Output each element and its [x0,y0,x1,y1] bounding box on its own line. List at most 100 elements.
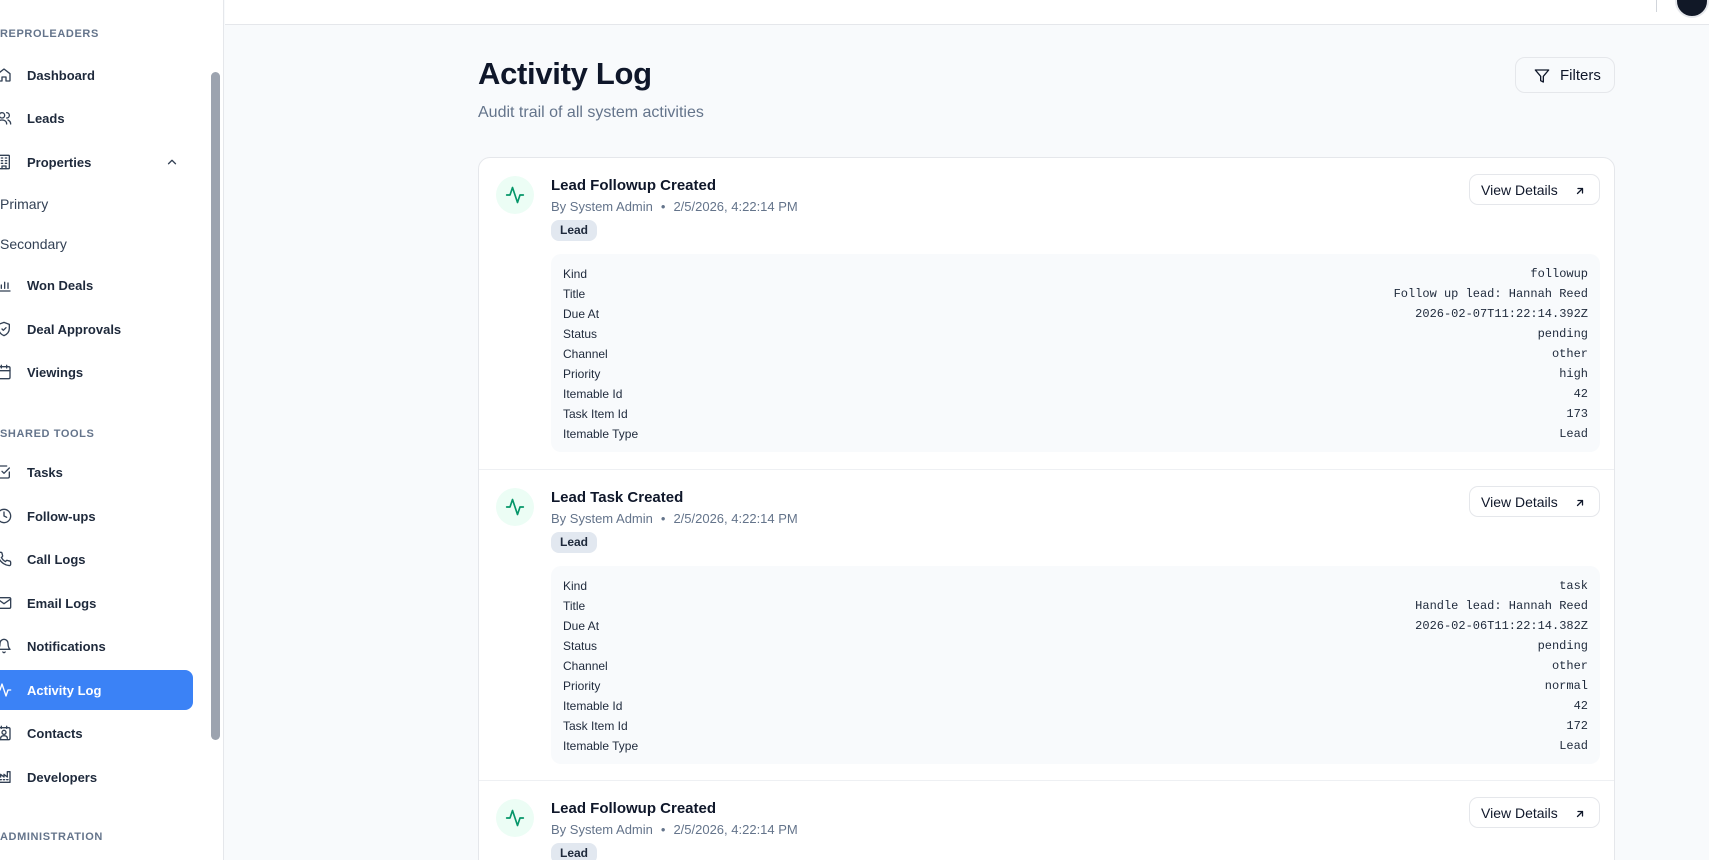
sidebar-item-label: Contacts [27,725,83,741]
sidebar-item-leads[interactable]: Leads [0,98,193,138]
detail-value: other [1551,659,1588,673]
calendar-icon [0,364,12,380]
detail-value: followup [1530,267,1588,281]
sidebar-item-label: Won Deals [27,277,94,293]
phone-icon [0,551,12,567]
sidebar-item-developers[interactable]: Developers [0,757,193,797]
sidebar-item-activity-log[interactable]: Activity Log [0,670,193,710]
detail-key: Task Item Id [563,719,628,733]
detail-key: Task Item Id [563,407,628,421]
sidebar-item-notifications[interactable]: Notifications [0,626,193,666]
factory-icon [0,769,12,785]
view-details-button[interactable]: View Details [1469,174,1600,205]
detail-value: 2026-02-06T11:22:14.382Z [1415,619,1588,633]
detail-value: Lead [1559,739,1588,753]
shield-check-icon [0,321,12,337]
detail-value: 42 [1573,387,1588,401]
activity-timestamp: 2/5/2026, 4:22:14 PM [673,199,798,214]
activity-list: Lead Followup Created By System Admin • 2/… [478,157,1615,860]
contact-icon [0,725,12,741]
sidebar-item-label: Email Logs [27,595,97,611]
view-details-button[interactable]: View Details [1469,486,1600,517]
activity-title: Lead Followup Created [551,177,717,194]
detail-value: pending [1537,327,1588,341]
detail-row: Title Follow up lead: Hannah Reed [563,284,1588,304]
sidebar-item-tasks[interactable]: Tasks [0,452,193,492]
sidebar-item-won-deals[interactable]: Won Deals [0,265,193,305]
activity-icon [496,488,534,526]
detail-value: 172 [1566,719,1588,733]
detail-key: Due At [563,307,600,321]
top-bar-divider [1656,0,1657,12]
sidebar-item-contacts[interactable]: Contacts [0,713,193,753]
detail-key: Priority [563,367,601,381]
activity-title: Lead Followup Created [551,800,717,817]
sidebar-item-follow-ups[interactable]: Follow-ups [0,496,193,536]
arrow-up-right-icon [1574,184,1586,196]
users-icon [0,110,12,126]
detail-row: Status pending [563,636,1588,656]
sidebar-item-call-logs[interactable]: Call Logs [0,539,193,579]
sidebar-item-viewings[interactable]: Viewings [0,352,193,392]
sidebar-item-label: Call Logs [27,551,86,567]
detail-key: Itemable Type [563,739,639,753]
view-details-label: View Details [1481,804,1558,821]
activity-entry: Lead Followup Created By System Admin • 2/… [479,158,1614,469]
filters-button-label: Filters [1560,66,1601,84]
detail-row: Kind followup [563,264,1588,284]
meta-separator-dot: • [660,199,666,214]
activity-details: Kind task Title Handle lead: Hannah Reed D… [551,566,1600,764]
view-details-button[interactable]: View Details [1469,797,1600,828]
activity-actor: By System Admin [551,822,653,837]
meta-separator-dot: • [660,511,666,526]
bell-icon [0,638,12,654]
entity-badge: Lead [551,532,598,553]
detail-value: 42 [1573,699,1588,713]
detail-row: Due At 2026-02-07T11:22:14.392Z [563,304,1588,324]
detail-key: Status [563,639,598,653]
detail-row: Channel other [563,344,1588,364]
user-avatar[interactable] [1675,0,1709,18]
activity-icon [496,799,534,837]
detail-value: high [1559,367,1588,381]
section-label-shared-tools: SHARED TOOLS [0,428,95,440]
activity-timestamp: 2/5/2026, 4:22:14 PM [673,822,798,837]
check-square-icon [0,464,12,480]
detail-row: Due At 2026-02-06T11:22:14.382Z [563,616,1588,636]
bar-chart-icon [0,277,12,293]
filters-button[interactable]: Filters [1515,57,1615,93]
detail-value: Handle lead: Hannah Reed [1415,599,1588,613]
sidebar-subitem-primary[interactable]: Primary [0,196,48,212]
detail-value: task [1559,579,1588,593]
detail-row: Itemable Id 42 [563,696,1588,716]
detail-row: Itemable Id 42 [563,384,1588,404]
building-icon [0,154,12,170]
detail-key: Channel [563,347,608,361]
sidebar-item-label: Deal Approvals [27,321,122,337]
meta-separator-dot: • [660,822,666,837]
sidebar-scrollbar[interactable] [211,72,220,740]
chevron-up-icon[interactable] [165,155,179,169]
activity-icon [0,682,12,698]
detail-key: Kind [563,267,588,281]
detail-key: Status [563,327,598,341]
sidebar-subitem-secondary[interactable]: Secondary [0,236,67,252]
sidebar-item-dashboard[interactable]: Dashboard [0,55,193,95]
sidebar-item-email-logs[interactable]: Email Logs [0,583,193,623]
sidebar-item-label: Follow-ups [27,508,96,524]
detail-row: Task Item Id 172 [563,716,1588,736]
view-details-label: View Details [1481,493,1558,510]
detail-row: Itemable Type Lead [563,424,1588,444]
detail-key: Priority [563,679,601,693]
detail-row: Title Handle lead: Hannah Reed [563,596,1588,616]
detail-row: Priority normal [563,676,1588,696]
sidebar-item-label: Dashboard [27,67,95,83]
sidebar-item-deal-approvals[interactable]: Deal Approvals [0,309,193,349]
activity-meta: By System Admin • 2/5/2026, 4:22:14 PM [551,199,798,214]
sidebar-item-properties[interactable]: Properties [0,142,193,182]
top-bar [225,0,1709,25]
detail-row: Status pending [563,324,1588,344]
clock-icon [0,508,12,524]
activity-timestamp: 2/5/2026, 4:22:14 PM [673,511,798,526]
detail-row: Task Item Id 173 [563,404,1588,424]
